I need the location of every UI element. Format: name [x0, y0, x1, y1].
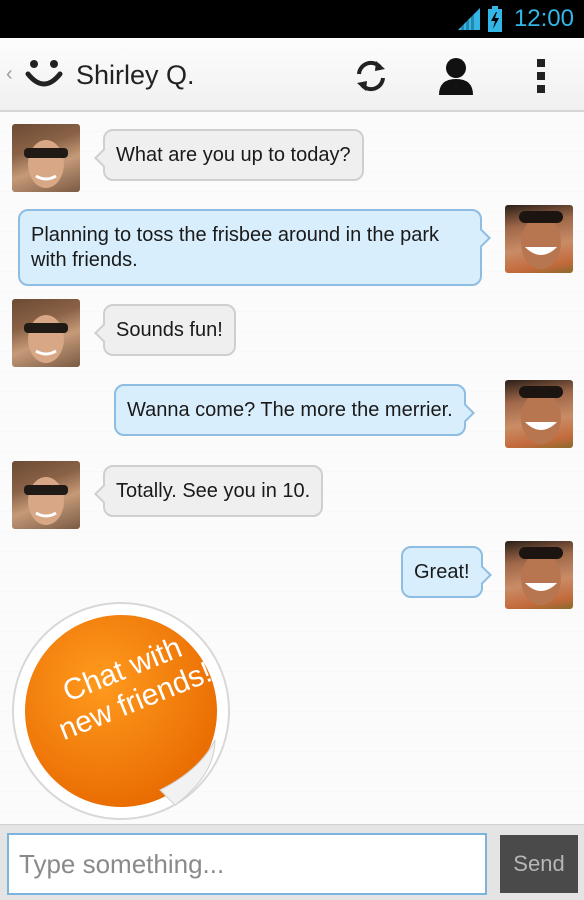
message-text: Sounds fun!: [116, 319, 223, 341]
avatar-self[interactable]: [505, 205, 573, 273]
refresh-icon: [357, 60, 385, 92]
overflow-menu-button[interactable]: [517, 52, 565, 100]
status-clock: 12:00: [513, 5, 574, 32]
composer-bar: Send: [0, 824, 584, 900]
smiley-icon[interactable]: [24, 56, 64, 94]
message-bubble-outgoing[interactable]: Wanna come? The more the merrier.: [114, 384, 475, 436]
message-input[interactable]: [7, 833, 487, 895]
avatar-contact[interactable]: [12, 461, 80, 529]
message-text: Totally. See you in 10.: [116, 480, 311, 502]
action-bar: ‹ Shirley Q.: [0, 38, 584, 112]
back-chevron-icon[interactable]: ‹: [6, 64, 13, 84]
message-bubble-outgoing[interactable]: Planning to toss the frisbee around in t…: [18, 209, 491, 286]
message-text: What are you up to today?: [116, 144, 351, 166]
send-button[interactable]: Send: [500, 835, 578, 893]
person-icon: [439, 58, 473, 95]
profile-button[interactable]: [432, 52, 480, 100]
status-bar: 12:00: [0, 0, 584, 38]
message-text: Great!: [414, 561, 470, 583]
avatar-contact[interactable]: [12, 299, 80, 367]
message-bubble-outgoing[interactable]: Great!: [401, 546, 492, 598]
avatar-contact[interactable]: [12, 124, 80, 192]
overflow-menu-icon: [537, 59, 545, 93]
message-text: Planning to toss the frisbee around in t…: [31, 224, 440, 271]
battery-charging-icon: [488, 6, 502, 32]
refresh-button[interactable]: [347, 52, 395, 100]
message-text: Wanna come? The more the merrier.: [127, 399, 453, 421]
avatar-self[interactable]: [505, 380, 573, 448]
contact-name: Shirley Q.: [76, 60, 195, 90]
message-bubble-incoming[interactable]: Totally. See you in 10.: [94, 465, 324, 517]
message-bubble-incoming[interactable]: Sounds fun!: [94, 304, 236, 356]
avatar-self[interactable]: [505, 541, 573, 609]
signal-icon: [458, 8, 480, 30]
message-bubble-incoming[interactable]: What are you up to today?: [94, 129, 364, 181]
